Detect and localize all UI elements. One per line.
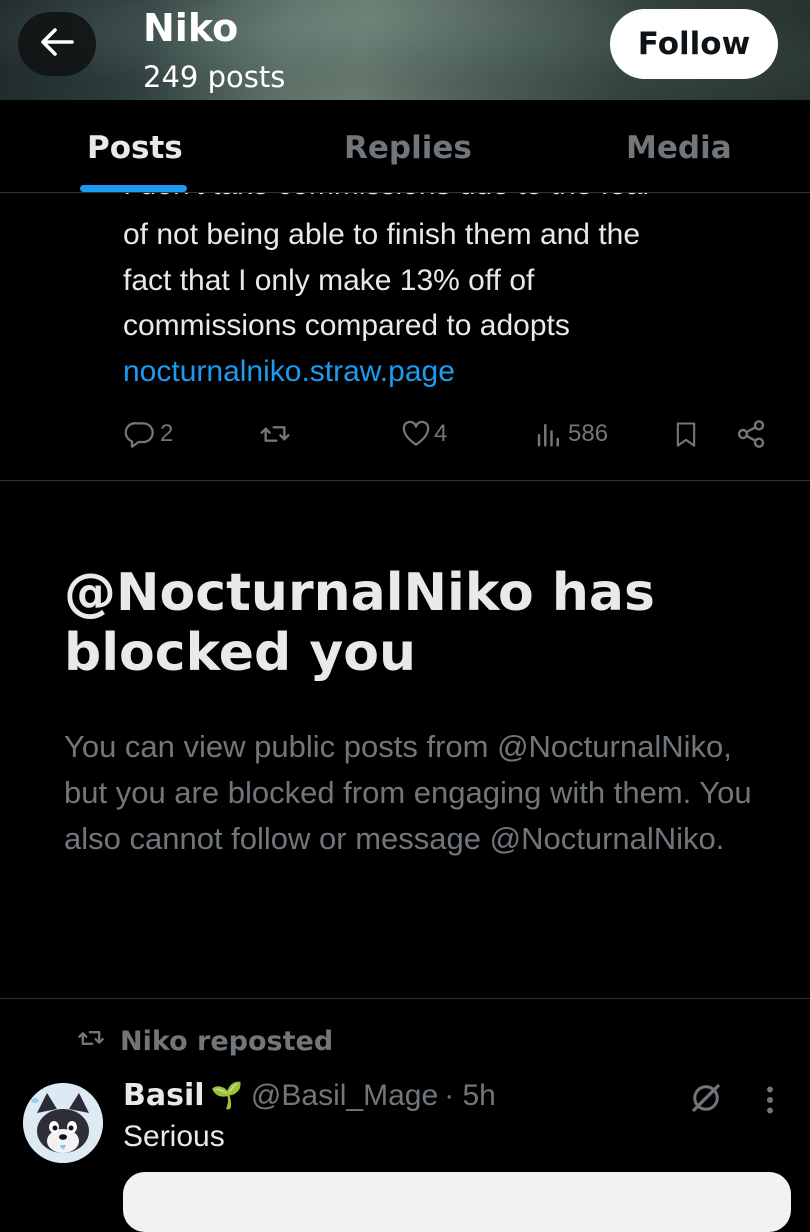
back-arrow-icon xyxy=(39,27,75,61)
tab-posts[interactable]: Posts xyxy=(87,130,183,166)
blocked-title: @NocturnalNiko has blocked you xyxy=(64,563,655,683)
tweet-author-row: Basil 🌱 @Basil_Mage · 5h xyxy=(123,1078,496,1113)
active-tab-indicator xyxy=(80,185,187,192)
divider xyxy=(0,998,810,999)
post-text-line: of not being able to finish them and the xyxy=(123,218,641,251)
share-button[interactable] xyxy=(735,412,767,456)
repost-icon xyxy=(76,1024,106,1059)
repost-button[interactable] xyxy=(258,412,292,456)
post-time: · 5h xyxy=(444,1078,496,1112)
back-button[interactable] xyxy=(18,12,96,76)
share-icon xyxy=(735,418,767,450)
post-text-clipped: I don't take commissions due to the fear xyxy=(123,193,652,208)
post-link[interactable]: nocturnalniko.straw.page xyxy=(123,349,793,395)
repost-label: Niko reposted xyxy=(120,1026,334,1057)
more-icon[interactable] xyxy=(756,1082,784,1122)
avatar[interactable] xyxy=(23,1083,103,1163)
post-text: of not being able to finish them and the… xyxy=(123,212,793,394)
like-button[interactable]: 4 xyxy=(400,412,447,456)
bookmark-icon xyxy=(672,418,700,450)
profile-header: Niko 249 posts Follow xyxy=(0,0,810,100)
like-count: 4 xyxy=(434,420,448,447)
repost-indicator: Niko reposted xyxy=(76,1024,333,1059)
view-count: 586 xyxy=(568,420,609,447)
profile-name: Niko xyxy=(143,6,239,50)
tab-replies[interactable]: Replies xyxy=(344,130,472,166)
divider xyxy=(0,480,810,481)
media-card[interactable] xyxy=(123,1172,791,1232)
author-handle[interactable]: @Basil_Mage xyxy=(251,1079,438,1113)
post-text-line: commissions compared to adopts xyxy=(123,309,570,342)
tab-media[interactable]: Media xyxy=(626,130,732,166)
like-icon xyxy=(400,418,432,450)
views-button[interactable]: 586 xyxy=(534,412,608,456)
post-text-line: fact that I only make 13% off of xyxy=(123,263,535,297)
repost-icon xyxy=(258,418,292,450)
profile-tabs: Posts Replies Media xyxy=(0,100,810,193)
author-name[interactable]: Basil xyxy=(123,1078,205,1113)
blocked-description: You can view public posts from @Nocturna… xyxy=(64,729,752,856)
sprout-emoji: 🌱 xyxy=(210,1080,243,1111)
reply-button[interactable]: 2 xyxy=(124,412,173,456)
reply-icon xyxy=(124,418,156,450)
reply-count: 2 xyxy=(160,420,174,447)
views-icon xyxy=(534,419,564,449)
post-count: 249 posts xyxy=(143,60,286,94)
post-action-bar: 2 4 586 xyxy=(0,412,810,456)
bookmark-button[interactable] xyxy=(672,412,700,456)
tweet-text: Serious xyxy=(123,1120,225,1153)
follow-button[interactable]: Follow xyxy=(610,9,778,79)
grok-icon[interactable] xyxy=(688,1080,724,1120)
clipped-line-container: I don't take commissions due to the fear xyxy=(0,193,810,213)
